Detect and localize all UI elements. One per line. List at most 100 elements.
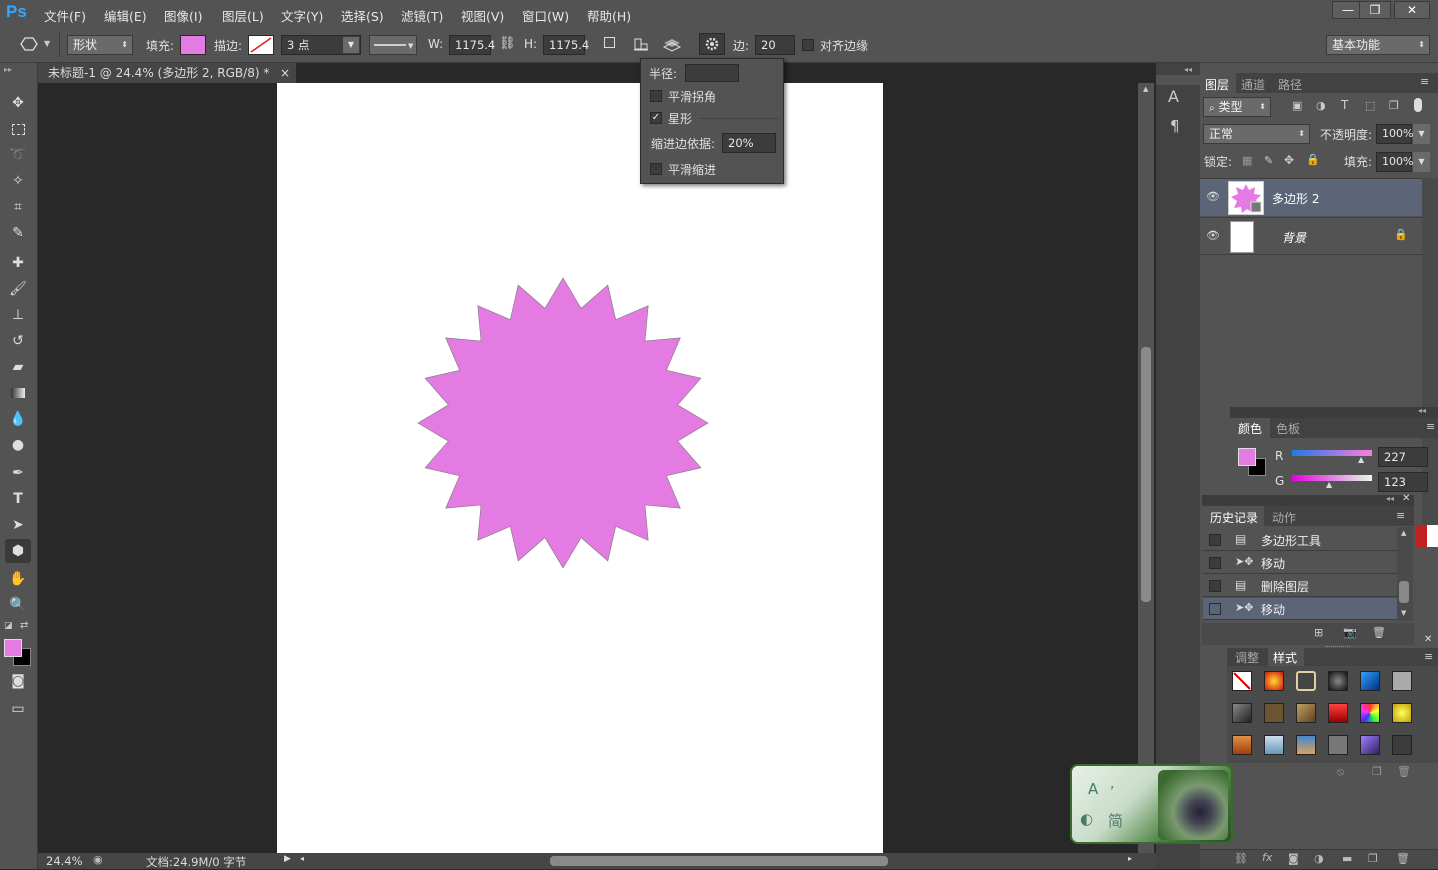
move-tool-icon[interactable]: ✥ xyxy=(5,91,31,115)
history-checkbox[interactable] xyxy=(1209,557,1221,569)
tool-mode-select[interactable]: 形状 ⬍ xyxy=(67,35,133,55)
quick-mask-icon[interactable]: ◙ xyxy=(5,669,31,693)
style-red-icon[interactable] xyxy=(1328,703,1348,723)
expand-arrows-icon[interactable]: ◂◂ xyxy=(1184,65,1192,74)
style-landscape-icon[interactable] xyxy=(1296,735,1316,755)
panel-menu-icon[interactable]: ≡ xyxy=(1420,75,1429,88)
scroll-left-icon[interactable]: ◂ xyxy=(300,854,304,863)
scroll-right-icon[interactable]: ▸ xyxy=(1128,854,1132,863)
smooth-corners-checkbox[interactable] xyxy=(650,90,662,102)
star-shape[interactable] xyxy=(277,83,883,853)
status-info-icon[interactable]: ◉ xyxy=(93,853,103,866)
history-item[interactable]: ➤✥ 移动 xyxy=(1203,552,1397,574)
smooth-indents-checkbox[interactable] xyxy=(650,163,662,175)
ime-punctuation-icon[interactable]: , xyxy=(1110,776,1114,792)
clear-style-icon[interactable]: ⦸ xyxy=(1337,765,1344,779)
style-purple-icon[interactable] xyxy=(1360,735,1380,755)
history-brush-tool-icon[interactable]: ↺ xyxy=(5,329,31,353)
polygon-tool-preset-icon[interactable] xyxy=(20,36,38,52)
restore-button[interactable]: ❐ xyxy=(1359,1,1391,19)
stroke-type-select[interactable]: ▼ xyxy=(369,35,417,55)
new-group-icon[interactable]: ▬ xyxy=(1342,852,1352,865)
color-fg-swatch[interactable] xyxy=(1238,448,1256,466)
workspace-select[interactable]: 基本功能 ⬍ xyxy=(1326,35,1430,55)
tab-history[interactable]: 历史记录 xyxy=(1210,509,1258,526)
character-panel-icon[interactable]: A xyxy=(1168,87,1179,106)
swap-colors-icon[interactable]: ⇄ xyxy=(20,620,28,631)
style-steel-icon[interactable] xyxy=(1232,703,1252,723)
history-scrollbar[interactable]: ▲ ▼ xyxy=(1397,527,1413,621)
status-menu-arrow-icon[interactable]: ▶ xyxy=(284,854,291,864)
g-field[interactable]: 123 xyxy=(1378,472,1428,492)
link-icon[interactable]: ⛓ xyxy=(499,36,516,51)
delete-layer-icon[interactable]: 🗑 xyxy=(1396,852,1410,865)
styles-scrollbar[interactable] xyxy=(1424,666,1438,763)
lock-pixels-icon[interactable]: ✎ xyxy=(1264,154,1273,167)
menu-type[interactable]: 文字(Y) xyxy=(281,6,323,25)
delete-style-icon[interactable]: 🗑 xyxy=(1397,765,1411,778)
tab-actions[interactable]: 动作 xyxy=(1272,509,1296,526)
style-rainbow-icon[interactable] xyxy=(1360,703,1380,723)
ime-halfwidth-icon[interactable]: ◐ xyxy=(1080,810,1093,828)
collapse-arrows-icon[interactable]: ▸▸ xyxy=(4,65,12,74)
r-slider-handle-icon[interactable]: ▲ xyxy=(1358,455,1364,464)
panel-menu-icon[interactable]: ≡ xyxy=(1396,509,1405,522)
mini-color-swatch[interactable] xyxy=(1416,525,1438,547)
pen-tool-icon[interactable]: ✒ xyxy=(5,461,31,485)
close-window-button[interactable]: ✕ xyxy=(1394,1,1430,19)
path-selection-tool-icon[interactable]: ➤ xyxy=(5,513,31,537)
close-tab-icon[interactable]: × xyxy=(280,63,290,83)
polygon-tool-icon[interactable]: ⬢ xyxy=(5,539,31,563)
collapse-arrows-icon[interactable]: ◂◂ xyxy=(1418,406,1426,415)
history-item[interactable]: ▤ 删除图层 xyxy=(1203,575,1397,597)
foreground-color-swatch[interactable] xyxy=(4,639,22,657)
eraser-tool-icon[interactable]: ▰ xyxy=(5,355,31,379)
type-tool-icon[interactable]: T xyxy=(5,487,31,511)
height-field[interactable]: 1175.4 xyxy=(543,35,589,55)
radius-field[interactable] xyxy=(685,64,739,82)
default-colors-icon[interactable]: ◪ xyxy=(4,621,13,631)
filter-smart-object-icon[interactable]: ❐ xyxy=(1389,99,1399,112)
crop-tool-icon[interactable]: ⌗ xyxy=(5,195,31,219)
filter-type-icon[interactable]: T xyxy=(1341,98,1348,112)
lock-transparency-icon[interactable]: ▦ xyxy=(1242,154,1252,167)
align-edges-checkbox[interactable] xyxy=(802,39,814,51)
style-sky-icon[interactable] xyxy=(1264,735,1284,755)
style-gold-icon[interactable] xyxy=(1392,703,1412,723)
style-pattern-icon[interactable] xyxy=(1328,735,1348,755)
opacity-chevron-icon[interactable]: ▼ xyxy=(1413,124,1430,144)
tab-styles[interactable]: 样式 xyxy=(1273,649,1297,666)
path-arrangement-icon[interactable] xyxy=(662,35,682,53)
preset-chevron-down-icon[interactable]: ▼ xyxy=(44,39,50,48)
style-gray-icon[interactable] xyxy=(1392,671,1412,691)
filter-toggle-icon[interactable] xyxy=(1414,98,1422,112)
layer-filter-select[interactable]: ⌕ 类型 ⬍ xyxy=(1203,97,1271,117)
tab-paths[interactable]: 路径 xyxy=(1278,76,1302,93)
filter-pixel-icon[interactable]: ▣ xyxy=(1292,99,1302,112)
vertical-scroll-thumb[interactable] xyxy=(1141,347,1151,602)
brush-tool-icon[interactable]: 🖌 xyxy=(5,277,31,301)
r-field[interactable]: 227 xyxy=(1378,447,1428,467)
panel-menu-icon[interactable]: ≡ xyxy=(1426,420,1435,433)
panel-menu-icon[interactable]: ≡ xyxy=(1424,650,1433,663)
blur-tool-icon[interactable]: 💧 xyxy=(5,407,31,431)
chevron-down-icon[interactable]: ▼ xyxy=(343,37,359,53)
eye-visibility-icon[interactable]: 👁 xyxy=(1206,229,1220,242)
menu-select[interactable]: 选择(S) xyxy=(341,6,384,25)
menu-view[interactable]: 视图(V) xyxy=(461,6,504,25)
menu-file[interactable]: 文件(F) xyxy=(44,6,86,25)
g-slider-handle-icon[interactable]: ▲ xyxy=(1326,480,1332,489)
lock-all-icon[interactable]: 🔒 xyxy=(1306,153,1320,166)
style-blue-glass-icon[interactable] xyxy=(1360,671,1380,691)
zoom-tool-icon[interactable]: 🔍 xyxy=(5,593,31,617)
screen-mode-icon[interactable]: ▭ xyxy=(5,697,31,721)
new-document-from-state-icon[interactable]: ⊞ xyxy=(1314,626,1323,639)
history-scroll-thumb[interactable] xyxy=(1399,581,1409,603)
document-tab[interactable]: 未标题-1 @ 24.4% (多边形 2, RGB/8) * × xyxy=(38,63,296,83)
layer-row-polygon[interactable]: 👁 多边形 2 xyxy=(1200,178,1422,216)
new-style-icon[interactable]: ❐ xyxy=(1372,765,1382,778)
stamp-tool-icon[interactable]: ⊥ xyxy=(5,303,31,327)
history-checkbox[interactable] xyxy=(1209,603,1221,615)
style-orange-icon[interactable] xyxy=(1232,735,1252,755)
history-checkbox[interactable] xyxy=(1209,534,1221,546)
